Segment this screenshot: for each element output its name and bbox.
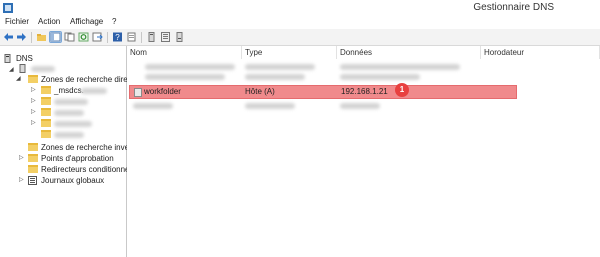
zone-icon [41,119,51,127]
column-header-timestamp[interactable]: Horodateur [481,46,600,59]
window-title: Gestionnaire DNS [473,2,554,13]
record-name: workfolder [144,87,181,96]
properties-icon[interactable] [126,32,137,42]
title-bar: Gestionnaire DNS [0,0,600,17]
folder-icon [28,75,38,83]
menu-help[interactable]: ? [112,17,116,26]
help-icon[interactable]: ? [112,32,123,42]
folder-icon [28,154,38,162]
tree-item-label: _msdcs. [54,86,84,95]
list-icon[interactable] [160,32,171,42]
folder-icon [28,143,38,151]
annotation-badge: 1 [395,83,409,97]
redacted-zone-name [54,121,92,127]
record-data: 192.168.1.21 [341,87,388,96]
zone-icon [41,97,51,105]
redacted-server-name [31,66,55,72]
zone-icon [41,130,51,138]
redacted-record [133,103,173,109]
log-icon [28,176,37,185]
redacted-record [145,64,235,70]
copy-icon[interactable] [64,32,75,42]
server-icon[interactable] [146,32,157,42]
dns-icon [4,54,11,63]
zone-icon [41,108,51,116]
tree-item-label: Points d'approbation [41,154,114,163]
redacted-record [245,103,295,109]
folder-up-icon[interactable] [36,32,47,42]
back-icon[interactable] [3,32,14,42]
collapse-icon[interactable]: ◢ [16,74,22,85]
collapse-icon[interactable]: ◢ [9,66,15,73]
redacted-record [245,74,305,80]
table-row-workfolder[interactable]: workfolder Hôte (A) 192.168.1.21 [129,85,517,99]
column-header-type[interactable]: Type [242,46,337,59]
redacted-zone-name [81,88,107,94]
redacted-zone-name [54,132,84,138]
tree-item-label: Journaux globaux [41,176,105,185]
record-icon[interactable] [174,32,185,42]
dns-manager-app-icon [3,3,13,13]
console-tree: DNS ◢ ◢ Zones de recherche direc ▷ _msdc… [0,46,132,257]
zone-icon [41,86,51,94]
expand-icon[interactable]: ▷ [19,175,25,186]
tree-item-label: Zones de recherche inver [41,143,132,152]
records-list: Nom Type Données Horodateur workfolder H… [127,46,600,257]
server-icon [19,64,26,73]
menu-affichage[interactable]: Affichage [70,17,103,26]
menu-action[interactable]: Action [38,17,60,26]
expand-icon[interactable]: ▷ [31,96,37,107]
console-tree-icon[interactable] [49,31,62,43]
redacted-record [245,64,315,70]
expand-icon[interactable]: ▷ [31,118,37,129]
redacted-record [340,74,420,80]
redacted-zone-name [54,110,84,116]
export-icon[interactable] [92,32,103,42]
menu-fichier[interactable]: Fichier [5,17,29,26]
redacted-zone-name [54,99,88,105]
refresh-icon[interactable] [78,32,89,42]
column-header-name[interactable]: Nom [127,46,242,59]
column-header-data[interactable]: Données [337,46,481,59]
expand-icon[interactable]: ▷ [19,153,25,164]
tree-item-label: Zones de recherche direc [41,75,132,84]
redacted-record [145,74,225,80]
redacted-record [340,103,380,109]
expand-icon[interactable]: ▷ [31,107,37,118]
host-record-icon [134,88,142,97]
redacted-record [340,64,460,70]
folder-icon [28,165,38,173]
menu-bar: Fichier Action Affichage ? [0,16,600,29]
svg-text:?: ? [115,33,120,42]
forward-icon[interactable] [16,32,27,42]
record-type: Hôte (A) [245,87,275,96]
tree-item-label: DNS [16,54,33,63]
expand-icon[interactable]: ▷ [31,85,37,96]
tree-item-label: Redirecteurs conditionne [41,165,130,174]
toolbar: ? [0,29,600,46]
